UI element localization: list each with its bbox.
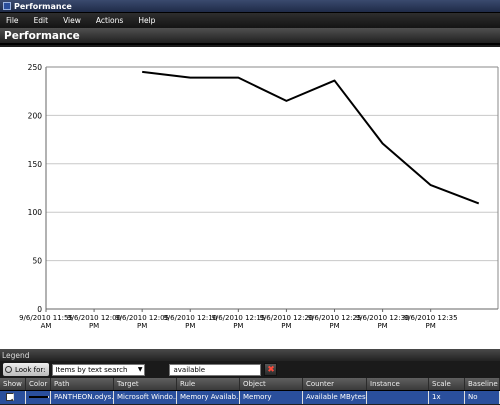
cell-instance bbox=[367, 391, 429, 404]
x-tick-label-suffix: PM bbox=[233, 322, 243, 330]
x-tick-label: 9/6/2010 12:00 bbox=[67, 314, 121, 322]
col-show[interactable]: Show bbox=[0, 378, 26, 390]
x-tick-label-suffix: PM bbox=[377, 322, 387, 330]
col-scale[interactable]: Scale bbox=[429, 378, 465, 390]
clear-search-button[interactable]: ✖ bbox=[264, 363, 278, 376]
x-tick-label: 9/6/2010 12:15 bbox=[211, 314, 265, 322]
cell-rule: Memory Availab... bbox=[177, 391, 240, 404]
cell-path: PANTHEON.odys... bbox=[51, 391, 114, 404]
x-tick-label-suffix: AM bbox=[41, 322, 52, 330]
col-target[interactable]: Target bbox=[114, 378, 177, 390]
col-counter[interactable]: Counter bbox=[303, 378, 367, 390]
x-tick-label-suffix: PM bbox=[329, 322, 339, 330]
app-icon bbox=[3, 2, 11, 10]
x-tick-label: 9/6/2010 12:30 bbox=[356, 314, 410, 322]
x-tick-label-suffix: PM bbox=[137, 322, 147, 330]
page-title: Performance bbox=[4, 29, 80, 42]
col-object[interactable]: Object bbox=[240, 378, 303, 390]
x-tick-label-suffix: PM bbox=[89, 322, 99, 330]
counter-grid: Show Color Path Target Rule Object Count… bbox=[0, 378, 500, 405]
legend-search-bar: Look for: Items by text search ▼ availab… bbox=[0, 361, 500, 378]
y-tick-label: 100 bbox=[28, 208, 43, 217]
chevron-down-icon: ▼ bbox=[137, 366, 143, 373]
cell-color bbox=[26, 391, 51, 404]
x-tick-label: 9/6/2010 12:10 bbox=[163, 314, 217, 322]
x-tick-label: 9/6/2010 11:55 bbox=[19, 314, 73, 322]
x-tick-label-suffix: PM bbox=[281, 322, 291, 330]
x-tick-label: 9/6/2010 12:05 bbox=[115, 314, 169, 322]
x-tick-label-suffix: PM bbox=[185, 322, 195, 330]
x-tick-label: 9/6/2010 12:25 bbox=[308, 314, 362, 322]
menu-bar: File Edit View Actions Help bbox=[0, 13, 500, 28]
cell-baseline: No bbox=[465, 391, 500, 404]
x-tick-label: 9/6/2010 12:35 bbox=[404, 314, 458, 322]
x-tick-label: 9/6/2010 12:20 bbox=[260, 314, 314, 322]
menu-edit[interactable]: Edit bbox=[34, 16, 49, 25]
col-color[interactable]: Color bbox=[26, 378, 51, 390]
series-line bbox=[142, 70, 480, 205]
y-tick-label: 150 bbox=[28, 160, 43, 169]
cell-counter: Available MBytes bbox=[303, 391, 367, 404]
search-mode-select[interactable]: Items by text search ▼ bbox=[52, 363, 146, 376]
search-mode-value: Items by text search bbox=[55, 365, 128, 374]
menu-actions[interactable]: Actions bbox=[96, 16, 123, 25]
cell-target: Microsoft Windo... bbox=[114, 391, 177, 404]
menu-file[interactable]: File bbox=[6, 16, 19, 25]
show-checkbox[interactable]: ✔ bbox=[6, 393, 14, 401]
cell-show[interactable]: ✔ bbox=[0, 391, 26, 404]
col-instance[interactable]: Instance bbox=[367, 378, 429, 390]
legend-heading: Legend bbox=[2, 350, 30, 360]
search-input[interactable]: available bbox=[169, 363, 262, 376]
y-tick-label: 50 bbox=[32, 257, 42, 266]
title-bar: Performance bbox=[0, 0, 500, 13]
color-swatch bbox=[29, 396, 49, 398]
cell-object: Memory bbox=[240, 391, 303, 404]
col-rule[interactable]: Rule bbox=[177, 378, 240, 390]
y-tick-label: 0 bbox=[37, 305, 42, 314]
look-for-label: Look for: bbox=[15, 365, 46, 374]
close-icon: ✖ bbox=[267, 364, 275, 375]
menu-help[interactable]: Help bbox=[138, 16, 155, 25]
look-for-button[interactable]: Look for: bbox=[3, 363, 50, 376]
window-title: Performance bbox=[14, 1, 72, 11]
menu-view[interactable]: View bbox=[63, 16, 81, 25]
legend-header: Legend bbox=[0, 349, 500, 361]
grid-header: Show Color Path Target Rule Object Count… bbox=[0, 378, 500, 391]
page-header: Performance bbox=[0, 28, 500, 45]
search-input-value: available bbox=[173, 365, 206, 374]
x-tick-label-suffix: PM bbox=[426, 322, 436, 330]
y-tick-label: 250 bbox=[28, 63, 43, 72]
performance-chart: 0 50 100 150 200 250 9/6/2010 11:55 AM 9/6/2010 … bbox=[0, 47, 500, 349]
col-path[interactable]: Path bbox=[51, 378, 114, 390]
cell-scale: 1x bbox=[429, 391, 465, 404]
table-row[interactable]: ✔ PANTHEON.odys... Microsoft Windo... Me… bbox=[0, 391, 500, 404]
y-tick-label: 200 bbox=[28, 111, 43, 120]
chart-svg: 0 50 100 150 200 250 9/6/2010 11:55AM 9/6/2010 … bbox=[19, 63, 499, 330]
search-icon bbox=[5, 366, 12, 373]
col-baseline[interactable]: Baseline bbox=[465, 378, 500, 390]
